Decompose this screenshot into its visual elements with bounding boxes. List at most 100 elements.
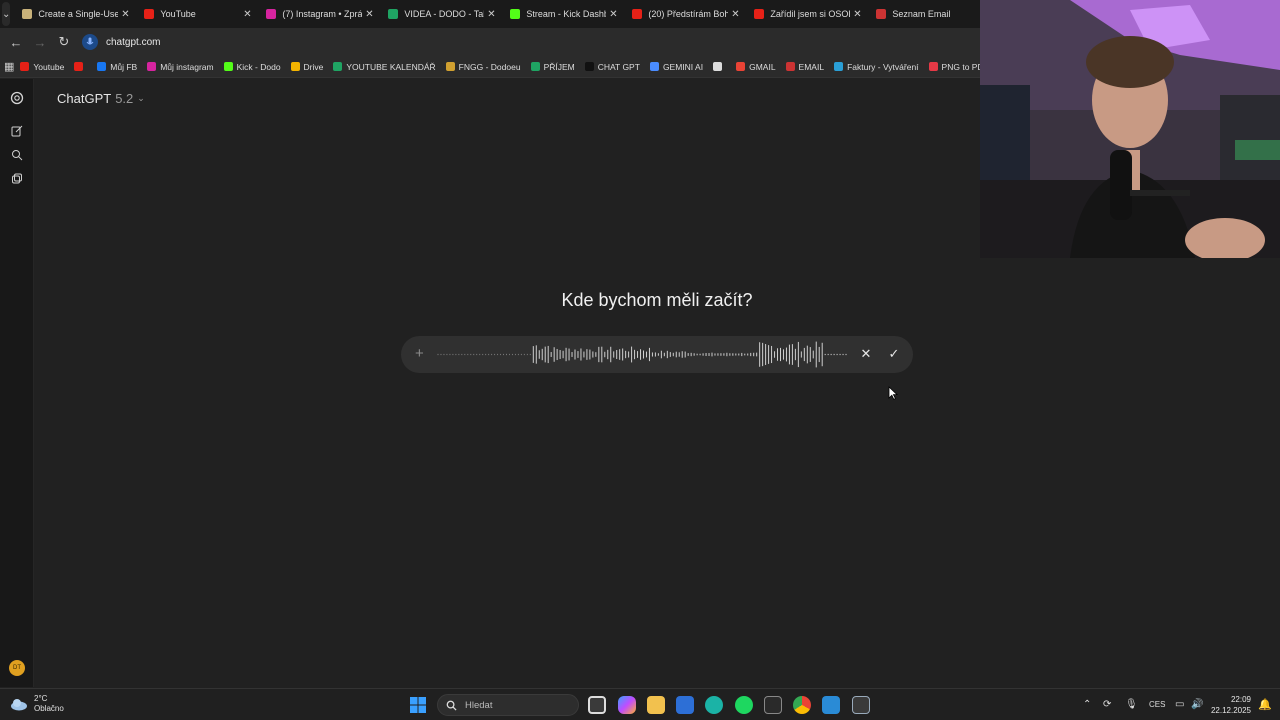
- weather-widget[interactable]: 2°C Oblačno: [10, 694, 64, 714]
- bookmark-favicon-icon: [649, 62, 659, 71]
- tab-favicon-icon: [22, 9, 33, 19]
- chrome-icon[interactable]: [793, 696, 811, 714]
- cancel-dictation-button[interactable]: ✕: [857, 345, 875, 363]
- close-tab-icon[interactable]: ✕: [240, 9, 254, 20]
- volume-icon[interactable]: 🔊: [1191, 699, 1203, 710]
- address-bar[interactable]: chatgpt.com: [82, 31, 962, 53]
- weather-description: Oblačno: [34, 704, 64, 713]
- bookmark-label: Youtube: [33, 61, 65, 72]
- tab-strip: ⌄ Create a Single-Use T ✕ YouTube ✕ (7) Inst…: [0, 0, 980, 28]
- windows-start-icon[interactable]: [410, 697, 426, 713]
- tab[interactable]: Create a Single-Use T ✕: [16, 0, 138, 28]
- capcut-icon[interactable]: [764, 696, 782, 714]
- search-icon: [446, 700, 457, 711]
- search-chats-icon[interactable]: [10, 149, 24, 163]
- bookmark-favicon-icon: [736, 62, 746, 71]
- apps-grid-icon[interactable]: ▦: [4, 60, 14, 73]
- network-icon[interactable]: ▭: [1175, 699, 1184, 710]
- close-tab-icon[interactable]: ✕: [728, 9, 742, 20]
- back-button[interactable]: ←: [4, 35, 28, 50]
- tab-favicon-icon: [754, 9, 765, 19]
- tab-title: YouTube: [160, 9, 196, 19]
- language-indicator[interactable]: CES: [1149, 700, 1165, 709]
- copilot-icon[interactable]: [618, 696, 636, 714]
- outlook-icon[interactable]: [676, 696, 694, 714]
- microphone-icon[interactable]: 🎙: [1125, 699, 1138, 710]
- tab-list: Create a Single-Use T ✕ YouTube ✕ (7) Instag…: [16, 0, 992, 28]
- tab-favicon-icon: [632, 9, 643, 19]
- task-view-icon[interactable]: [588, 696, 606, 714]
- bookmark[interactable]: Můj FB: [97, 62, 137, 72]
- bookmark[interactable]: FNGG - Dodoeu: [445, 62, 521, 72]
- tab[interactable]: VIDEA - DODO - Tabu ✕: [382, 0, 504, 28]
- tab-favicon-icon: [388, 9, 399, 19]
- webcam-overlay: [980, 0, 1280, 258]
- plus-icon[interactable]: +: [415, 345, 424, 362]
- spotify-icon[interactable]: [735, 696, 753, 714]
- edge-icon[interactable]: [705, 696, 723, 714]
- bookmark[interactable]: GEMINI AI: [649, 62, 703, 72]
- bookmark-favicon-icon: [97, 62, 107, 71]
- confirm-dictation-button[interactable]: ✓: [885, 345, 903, 363]
- forward-button[interactable]: →: [28, 35, 52, 50]
- taskbar-search[interactable]: Hledat: [437, 694, 579, 716]
- tab[interactable]: Zařídil jsem si OSOBN✕: [748, 0, 870, 28]
- bookmark[interactable]: Drive: [290, 62, 323, 72]
- bookmark[interactable]: Můj instagram: [147, 62, 214, 72]
- close-tab-icon[interactable]: ✕: [484, 9, 498, 20]
- tab-search-button[interactable]: ⌄: [2, 2, 11, 26]
- close-tab-icon[interactable]: ✕: [362, 9, 376, 20]
- bookmark-favicon-icon: [445, 62, 455, 71]
- audio-waveform: [437, 341, 847, 368]
- avatar[interactable]: DT: [9, 660, 25, 676]
- bookmark[interactable]: [713, 62, 726, 72]
- close-tab-icon[interactable]: ✕: [118, 9, 132, 20]
- file-explorer-icon[interactable]: [647, 696, 665, 714]
- bookmark-favicon-icon: [223, 62, 233, 71]
- calculator-icon[interactable]: [852, 696, 870, 714]
- library-icon[interactable]: [10, 173, 24, 187]
- bookmark[interactable]: YOUTUBE KALENDÁŘ: [333, 62, 436, 72]
- notification-bell-icon[interactable]: 🔔: [1258, 698, 1272, 711]
- bookmark-label: GMAIL: [749, 61, 776, 72]
- bookmark[interactable]: Faktury - Vytváření: [834, 62, 919, 72]
- clock[interactable]: 22:09 22.12.2025: [1208, 694, 1251, 716]
- bookmark[interactable]: PŘÍJEM: [530, 62, 575, 72]
- new-chat-icon[interactable]: [10, 125, 24, 139]
- tab[interactable]: Seznam Email: [870, 0, 992, 28]
- sync-icon[interactable]: ⟳: [1103, 699, 1111, 710]
- bookmark-favicon-icon: [290, 62, 300, 71]
- tab-title: Seznam Email: [892, 9, 951, 19]
- bookmark[interactable]: [74, 62, 87, 72]
- image-editor-icon[interactable]: [822, 696, 840, 714]
- bookmark[interactable]: CHAT GPT: [584, 61, 640, 72]
- bookmark[interactable]: GMAIL: [736, 61, 776, 72]
- bookmark-favicon-icon: [713, 62, 723, 71]
- close-tab-icon[interactable]: ✕: [606, 9, 620, 20]
- reload-button[interactable]: ↻: [52, 34, 76, 50]
- clock-time: 22:09: [1230, 695, 1251, 704]
- bookmark[interactable]: Youtube: [20, 62, 64, 72]
- bookmark[interactable]: Kick - Dodo: [223, 62, 281, 72]
- prompt-heading: Kde bychom měli začít?: [561, 290, 753, 310]
- cloud-icon: [11, 699, 27, 711]
- microphone-in-use-icon[interactable]: [82, 34, 98, 50]
- bookmark-list: Youtube Můj FB Můj instagram Kick - Dodo Dri…: [20, 62, 998, 72]
- bookmark[interactable]: EMAIL: [785, 62, 824, 72]
- model-selector[interactable]: ChatGPT 5.2 ⌄: [57, 91, 145, 106]
- screen: ⌄ Create a Single-Use T ✕ YouTube ✕ (7) Inst…: [0, 0, 1280, 720]
- openai-logo-icon[interactable]: [10, 91, 24, 105]
- taskbar: 2°C Oblačno Hledat ⌃ ⟳ 🎙 CES ▭ 🔊 22:09 2…: [0, 688, 1280, 720]
- taskbar-search-placeholder: Hledat: [465, 699, 493, 711]
- tab[interactable]: (7) Instagram • Zpráv ✕: [260, 0, 382, 28]
- bookmark-label: CHAT GPT: [597, 61, 640, 72]
- bookmark-favicon-icon: [928, 62, 938, 71]
- tab[interactable]: Stream - Kick Dashbo ✕: [504, 0, 626, 28]
- model-version: 5.2: [115, 91, 134, 106]
- tab[interactable]: (20) Předstírám Boha ✕: [626, 0, 748, 28]
- chevron-up-icon[interactable]: ⌃: [1083, 699, 1091, 710]
- bookmark-favicon-icon: [20, 62, 30, 71]
- close-tab-icon[interactable]: ✕: [850, 9, 864, 20]
- tab-title: (20) Předstírám Boha: [648, 9, 729, 19]
- tab[interactable]: YouTube ✕: [138, 0, 260, 28]
